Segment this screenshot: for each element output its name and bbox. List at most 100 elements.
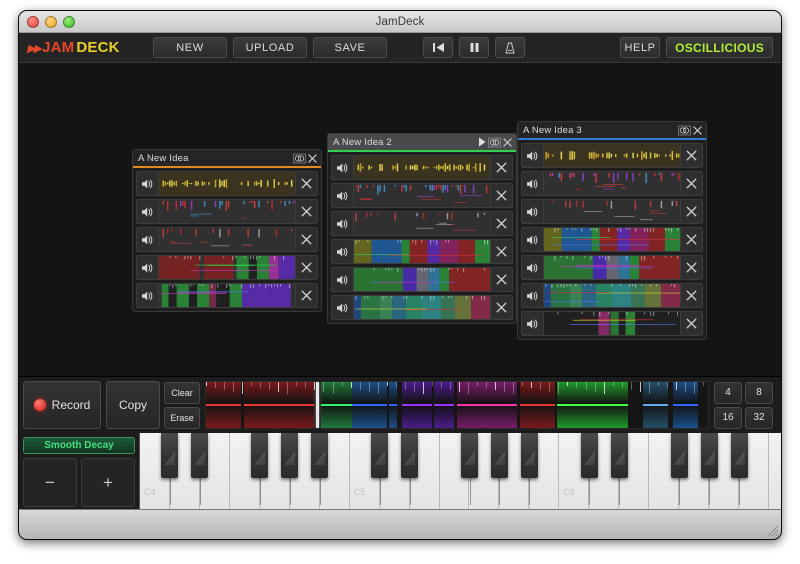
- track-delete-button[interactable]: [295, 200, 317, 223]
- track-row[interactable]: [331, 183, 513, 208]
- track-waveform[interactable]: [354, 240, 490, 263]
- piano-black-key[interactable]: [490, 433, 508, 478]
- track-mute-button[interactable]: [332, 212, 354, 235]
- track-delete-button[interactable]: [490, 240, 512, 263]
- song-stereo-button[interactable]: [488, 136, 501, 149]
- track-waveform[interactable]: [544, 144, 680, 167]
- song-panel[interactable]: A New Idea 2: [327, 133, 517, 324]
- brand-button[interactable]: OSCILLICIOUS: [666, 37, 773, 58]
- track-row[interactable]: [136, 171, 318, 196]
- track-row[interactable]: [331, 155, 513, 180]
- track-mute-button[interactable]: [522, 172, 544, 195]
- timeline-segment[interactable]: [642, 382, 668, 428]
- song-close-button[interactable]: [306, 152, 319, 165]
- track-delete-button[interactable]: [295, 172, 317, 195]
- track-row[interactable]: [331, 295, 513, 320]
- rewind-button[interactable]: [423, 37, 453, 58]
- bottom-scroll-bar[interactable]: [19, 509, 781, 539]
- piano-black-key[interactable]: [610, 433, 628, 478]
- track-waveform[interactable]: [159, 172, 295, 195]
- track-waveform[interactable]: [354, 268, 490, 291]
- piano-black-key[interactable]: [700, 433, 718, 478]
- track-waveform[interactable]: [159, 256, 295, 279]
- timeline-segment[interactable]: [557, 382, 628, 428]
- track-row[interactable]: [331, 239, 513, 264]
- track-mute-button[interactable]: [137, 200, 159, 223]
- track-mute-button[interactable]: [332, 296, 354, 319]
- track-delete-button[interactable]: [490, 268, 512, 291]
- track-row[interactable]: [521, 311, 703, 336]
- track-waveform[interactable]: [544, 284, 680, 307]
- track-delete-button[interactable]: [680, 256, 702, 279]
- song-panel-header[interactable]: A New Idea 2: [328, 134, 516, 150]
- track-mute-button[interactable]: [332, 240, 354, 263]
- track-waveform[interactable]: [159, 284, 295, 307]
- octave-down-button[interactable]: −: [23, 458, 77, 507]
- track-mute-button[interactable]: [522, 312, 544, 335]
- song-close-button[interactable]: [691, 124, 704, 137]
- track-mute-button[interactable]: [332, 156, 354, 179]
- track-waveform[interactable]: [544, 172, 680, 195]
- piano-black-key[interactable]: [251, 433, 269, 478]
- record-button[interactable]: Record: [23, 381, 101, 429]
- track-delete-button[interactable]: [490, 184, 512, 207]
- timeline-playhead[interactable]: [316, 382, 320, 428]
- track-delete-button[interactable]: [680, 284, 702, 307]
- timeline-strip[interactable]: [205, 381, 709, 429]
- save-button[interactable]: SAVE: [313, 37, 387, 58]
- timeline-segment[interactable]: [321, 382, 352, 428]
- track-delete-button[interactable]: [680, 144, 702, 167]
- track-delete-button[interactable]: [295, 228, 317, 251]
- piano-black-key[interactable]: [730, 433, 748, 478]
- resize-grip-icon[interactable]: [767, 525, 779, 537]
- help-button[interactable]: HELP: [620, 37, 661, 58]
- track-delete-button[interactable]: [680, 312, 702, 335]
- piano-black-key[interactable]: [461, 433, 478, 478]
- upload-button[interactable]: UPLOAD: [233, 37, 307, 58]
- track-row[interactable]: [331, 211, 513, 236]
- track-waveform[interactable]: [159, 228, 295, 251]
- piano-black-key[interactable]: [191, 433, 209, 478]
- track-mute-button[interactable]: [522, 144, 544, 167]
- track-delete-button[interactable]: [490, 296, 512, 319]
- track-row[interactable]: [521, 171, 703, 196]
- track-waveform[interactable]: [354, 212, 490, 235]
- piano-white-key[interactable]: [769, 433, 781, 511]
- track-delete-button[interactable]: [490, 212, 512, 235]
- track-mute-button[interactable]: [332, 184, 354, 207]
- track-delete-button[interactable]: [680, 172, 702, 195]
- track-delete-button[interactable]: [680, 200, 702, 223]
- track-mute-button[interactable]: [137, 228, 159, 251]
- piano-keyboard[interactable]: C4 C5 C6: [139, 433, 781, 511]
- quantize-8-button[interactable]: 8: [745, 381, 773, 404]
- track-row[interactable]: [136, 255, 318, 280]
- track-mute-button[interactable]: [137, 284, 159, 307]
- track-row[interactable]: [331, 267, 513, 292]
- piano-black-key[interactable]: [580, 433, 598, 478]
- track-mute-button[interactable]: [332, 268, 354, 291]
- track-waveform[interactable]: [544, 312, 680, 335]
- track-waveform[interactable]: [159, 200, 295, 223]
- track-row[interactable]: [521, 255, 703, 280]
- track-mute-button[interactable]: [522, 228, 544, 251]
- song-play-indicator[interactable]: [475, 136, 488, 149]
- track-waveform[interactable]: [544, 256, 680, 279]
- close-window-button[interactable]: [27, 16, 39, 28]
- maximize-window-button[interactable]: [63, 16, 75, 28]
- track-waveform[interactable]: [354, 184, 490, 207]
- quantize-32-button[interactable]: 32: [745, 406, 773, 429]
- quantize-16-button[interactable]: 16: [714, 406, 742, 429]
- track-row[interactable]: [521, 143, 703, 168]
- song-close-button[interactable]: [501, 136, 514, 149]
- minimize-window-button[interactable]: [45, 16, 57, 28]
- smooth-decay-button[interactable]: Smooth Decay: [23, 437, 135, 454]
- song-panel-header[interactable]: A New Idea 3: [518, 122, 706, 138]
- timeline-segment[interactable]: [434, 382, 455, 428]
- timeline-segment[interactable]: [389, 382, 398, 428]
- track-row[interactable]: [136, 227, 318, 252]
- clear-button[interactable]: Clear: [164, 381, 200, 404]
- piano-black-key[interactable]: [281, 433, 299, 478]
- quantize-4-button[interactable]: 4: [714, 381, 742, 404]
- track-delete-button[interactable]: [680, 228, 702, 251]
- piano-black-key[interactable]: [670, 433, 688, 478]
